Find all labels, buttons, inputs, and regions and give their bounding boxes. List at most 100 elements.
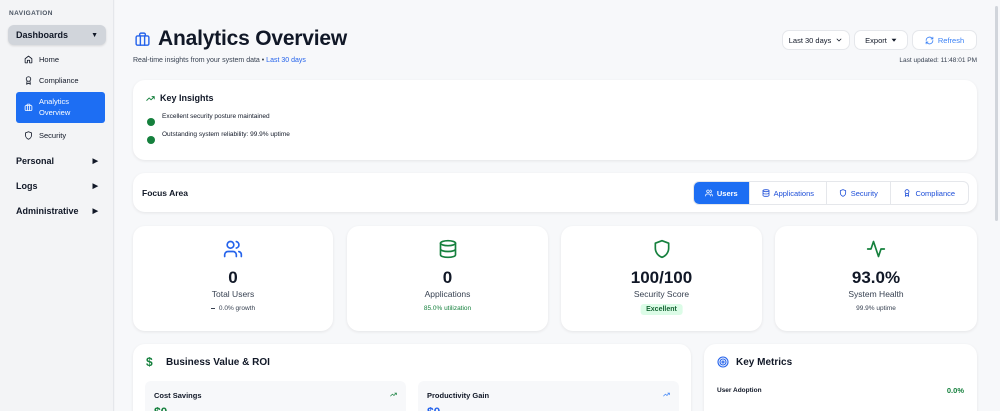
activity-icon <box>866 240 886 258</box>
database-icon <box>439 239 456 259</box>
sidebar-item-label: Compliance <box>39 75 79 85</box>
scrollbar[interactable] <box>995 6 998 221</box>
status-dot <box>147 136 155 144</box>
briefcase-icon <box>135 32 150 46</box>
caret-down-icon <box>891 38 897 42</box>
main-content: Analytics Overview Real-time insights fr… <box>115 0 1000 411</box>
nav-group-administrative[interactable]: Administrative ▶ <box>8 201 106 221</box>
target-icon <box>717 356 729 368</box>
insight-item: Excellent security posture maintained <box>147 112 270 126</box>
focus-area-tabs: Users Applications Security Compliance <box>693 181 969 205</box>
stat-label: Total Users <box>211 289 255 299</box>
shield-icon <box>25 130 32 140</box>
business-card-label: Cost Savings <box>154 391 202 400</box>
tab-label: Compliance <box>915 188 956 198</box>
sidebar-item-label: Analytics Overview <box>39 97 71 117</box>
trending-up-icon <box>390 392 397 397</box>
metric-value: 0.0% <box>946 386 964 395</box>
briefcase-icon <box>24 103 33 111</box>
stat-label: Applications <box>424 289 471 299</box>
last-updated: Last updated: 11:48:01 PM <box>899 57 977 64</box>
sidebar: NAVIGATION Dashboards ▼ Home Compliance … <box>0 0 114 411</box>
range-select[interactable]: Last 30 days <box>782 30 850 50</box>
business-card-productivity-gain: Productivity Gain $0 <box>418 381 679 411</box>
database-icon <box>762 189 769 197</box>
users-icon <box>223 240 243 258</box>
users-icon <box>705 189 713 197</box>
stat-label: Security Score <box>633 289 690 299</box>
stat-subtext: 85.0% utilization <box>423 305 472 312</box>
subtitle-range: Last 30 days <box>266 57 306 64</box>
stat-value: 100/100 <box>630 268 693 287</box>
stat-value: 0 <box>442 268 453 287</box>
export-button[interactable]: Export <box>854 30 908 50</box>
stat-value: 93.0% <box>851 268 901 287</box>
tab-label: Users <box>716 188 738 198</box>
page-title: Analytics Overview <box>158 27 347 50</box>
tab-security[interactable]: Security <box>827 182 891 204</box>
business-card-value: $0 <box>154 405 167 411</box>
business-value-title: Business Value & ROI <box>166 357 270 368</box>
key-insights-title: Key Insights <box>160 93 214 103</box>
insight-item: Outstanding system reliability: 99.9% up… <box>147 130 290 144</box>
status-badge: Excellent <box>640 304 683 315</box>
shield-icon <box>839 189 846 197</box>
page-subtitle: Real-time insights from your system data… <box>133 57 306 64</box>
range-select-value: Last 30 days <box>788 35 832 45</box>
stat-card-total-users: 0 Total Users 0.0% growth <box>133 226 333 331</box>
refresh-button[interactable]: Refresh <box>912 30 977 50</box>
caret-right-icon: ▶ <box>92 208 98 215</box>
nav-group-label: Logs <box>16 181 38 191</box>
trending-up-icon <box>146 96 155 101</box>
sidebar-item-compliance[interactable]: Compliance <box>16 73 105 87</box>
award-icon <box>905 189 910 197</box>
insight-text: Outstanding system reliability: 99.9% up… <box>162 130 290 138</box>
stat-subtext: 99.9% uptime <box>856 305 896 312</box>
stat-card-system-health: 93.0% System Health 99.9% uptime <box>775 226 977 331</box>
refresh-label: Refresh <box>937 35 965 45</box>
nav-group-label: Administrative <box>16 206 79 216</box>
stat-sub-text: 0.0% growth <box>218 305 256 312</box>
nav-group-label: Dashboards <box>16 30 69 40</box>
insight-text: Excellent security posture maintained <box>162 112 270 120</box>
business-card-value: $0 <box>427 405 440 411</box>
tab-compliance[interactable]: Compliance <box>891 182 968 204</box>
subtitle-text: Real-time insights from your system data… <box>133 57 267 64</box>
caret-down-icon: ▼ <box>91 31 98 39</box>
sidebar-item-home[interactable]: Home <box>16 52 105 66</box>
stat-subtext: 0.0% growth <box>133 305 333 312</box>
shield-icon <box>654 239 669 259</box>
sidebar-item-security[interactable]: Security <box>16 128 105 142</box>
sidebar-item-label: Home <box>39 54 60 64</box>
stat-label: System Health <box>848 289 904 299</box>
tab-users[interactable]: Users <box>694 182 750 204</box>
nav-group-dashboards[interactable]: Dashboards ▼ <box>8 25 106 45</box>
home-icon <box>24 55 33 63</box>
nav-group-label: Personal <box>16 156 55 166</box>
export-label: Export <box>865 35 887 45</box>
sidebar-item-analytics-overview[interactable]: Analytics Overview <box>16 92 105 123</box>
tab-label: Security <box>850 188 878 198</box>
minus-icon <box>210 307 215 309</box>
business-card-cost-savings: Cost Savings $0 <box>145 381 406 411</box>
stat-card-security-score: 100/100 Security Score Excellent <box>561 226 762 331</box>
stat-value: 0 <box>228 268 238 287</box>
business-card-label: Productivity Gain <box>427 391 490 400</box>
focus-area-label: Focus Area <box>142 188 188 198</box>
sidebar-item-label: Security <box>39 130 67 140</box>
tab-applications[interactable]: Applications <box>750 182 828 204</box>
tab-label: Applications <box>773 188 815 198</box>
nav-group-logs[interactable]: Logs ▶ <box>8 176 106 196</box>
refresh-icon <box>925 36 934 44</box>
trending-up-icon <box>663 392 670 397</box>
stat-card-applications: 0 Applications 85.0% utilization <box>347 226 548 331</box>
nav-heading: NAVIGATION <box>9 10 53 17</box>
key-metrics-title: Key Metrics <box>736 357 793 368</box>
caret-right-icon: ▶ <box>92 183 98 190</box>
chevron-down-icon <box>836 38 842 42</box>
award-icon <box>25 75 32 85</box>
metric-label: User Adoption <box>717 387 762 394</box>
nav-group-personal[interactable]: Personal ▶ <box>8 151 106 171</box>
key-metrics-card: Key Metrics User Adoption 0.0% <box>704 344 977 411</box>
dollar-icon: $ <box>146 355 153 369</box>
